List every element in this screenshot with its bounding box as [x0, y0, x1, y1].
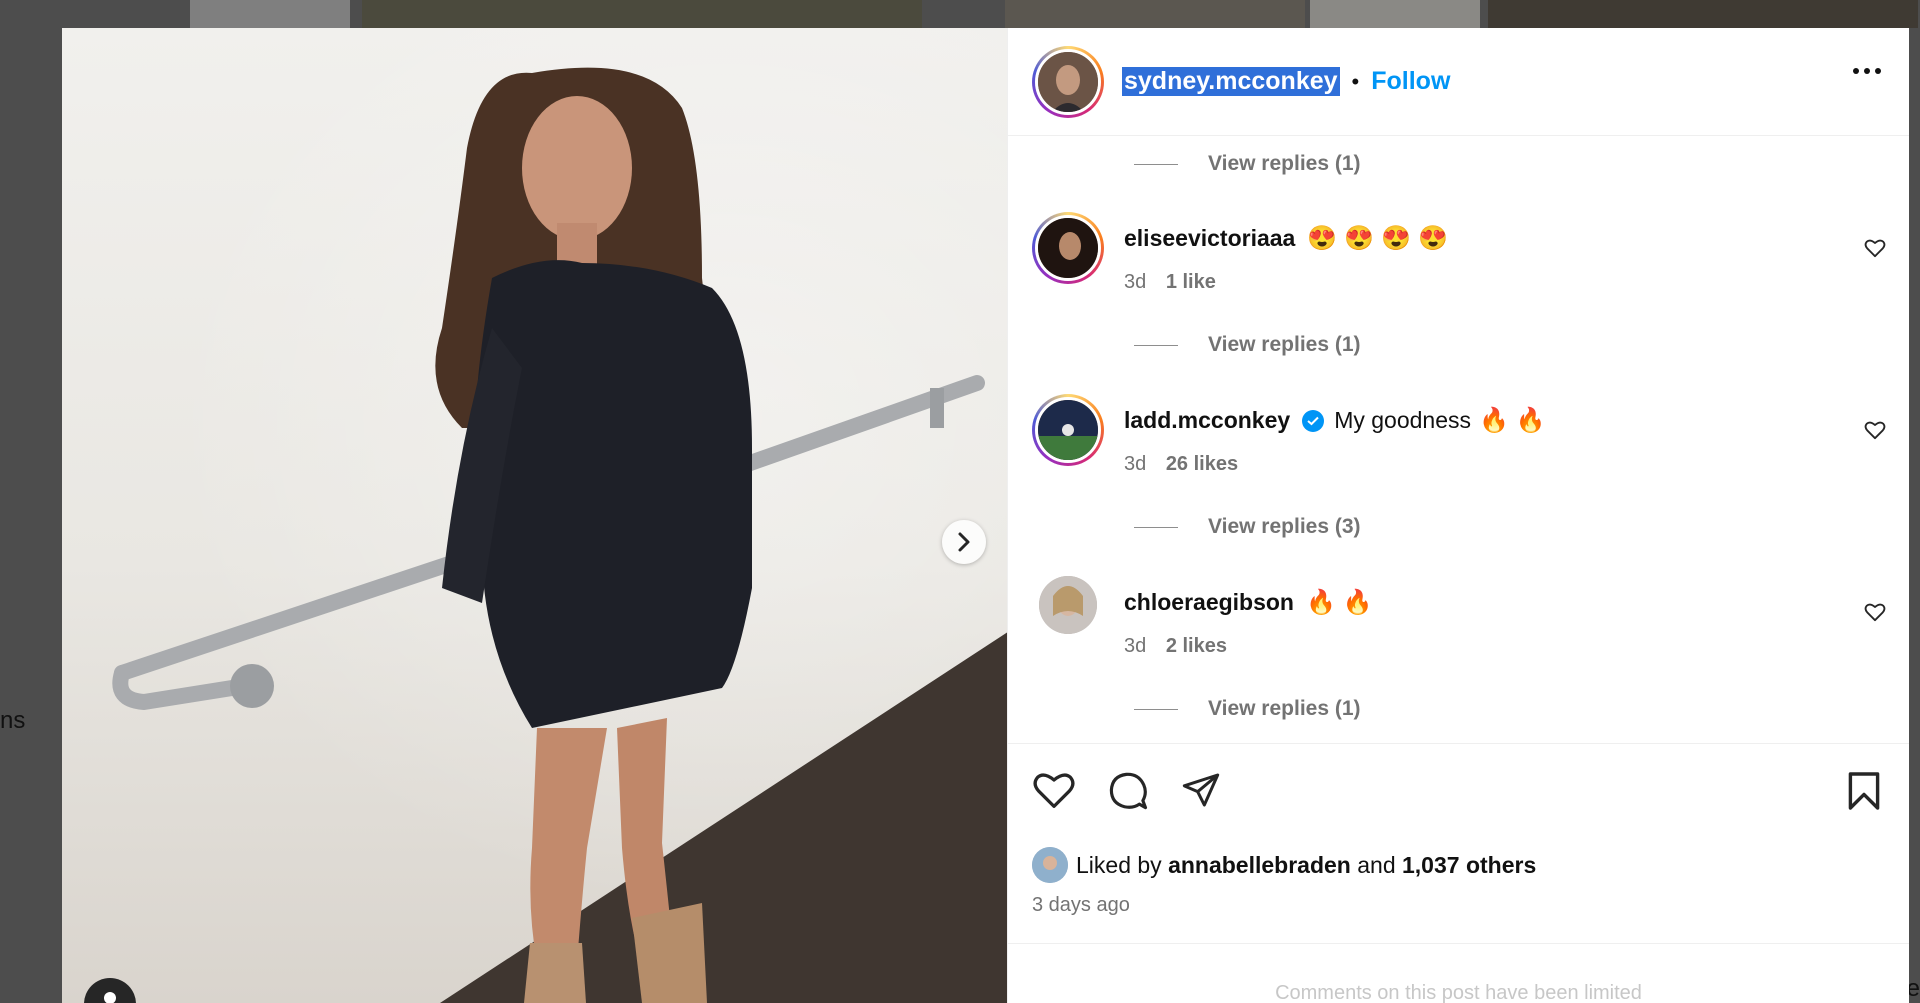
avatar-photo: [1038, 218, 1098, 278]
background-thumbnail: [190, 0, 350, 28]
follow-button[interactable]: Follow: [1371, 67, 1450, 96]
commenter-avatar[interactable]: [1032, 212, 1104, 284]
comment-username[interactable]: chloeraegibson: [1124, 589, 1294, 616]
share-icon[interactable]: [1180, 770, 1222, 810]
liker-avatar[interactable]: [1032, 847, 1068, 883]
comments-limited-notice: Comments on this post have been limited: [1008, 943, 1909, 1003]
liked-by-prefix: Liked by: [1076, 851, 1162, 878]
comment-age[interactable]: 3d: [1124, 271, 1146, 293]
more-options-icon[interactable]: [1853, 68, 1881, 74]
view-replies-label: View replies (1): [1208, 697, 1361, 720]
comment-likes[interactable]: 1 like: [1166, 271, 1216, 293]
replies-divider: [1134, 163, 1178, 165]
liked-by-username[interactable]: annabellebraden: [1168, 852, 1351, 879]
like-icon[interactable]: [1032, 770, 1076, 810]
comment-likes[interactable]: 2 likes: [1166, 635, 1227, 657]
author-avatar[interactable]: [1032, 45, 1104, 118]
fire-emoji: 🔥: [1342, 589, 1373, 616]
author-username[interactable]: sydney.mcconkey: [1122, 67, 1340, 96]
comment-body: eliseevictoriaaa 😍 😍 😍 😍 3d 1 like: [1124, 212, 1455, 293]
comment-age[interactable]: 3d: [1124, 453, 1146, 475]
verified-badge-icon: [1302, 409, 1325, 432]
comments-list: View replies (1) eliseevictoriaaa 😍 😍 😍 …: [1008, 136, 1909, 743]
background-side-text: ns: [0, 707, 26, 734]
photo-illustration: [112, 67, 985, 1003]
next-photo-button[interactable]: [942, 520, 986, 564]
like-comment-icon[interactable]: [1864, 602, 1886, 622]
post-actions-footer: Liked by annabellebraden and 1,037 other…: [1008, 743, 1909, 943]
chevron-right-icon: [958, 532, 970, 552]
comment-body: chloeraegibson 🔥 🔥 3d 2 likes: [1124, 576, 1380, 657]
avatar-photo: [1038, 400, 1098, 460]
author-avatar-image: [1035, 48, 1101, 115]
background-thumbnail: [1488, 0, 1918, 28]
comment-username[interactable]: eliseevictoriaaa: [1124, 225, 1295, 252]
comment-item: eliseevictoriaaa 😍 😍 😍 😍 3d 1 like: [1032, 212, 1886, 293]
comments-limited-text: Comments on this post have been limited: [1275, 982, 1642, 1003]
user-tag-button[interactable]: [84, 978, 136, 1003]
background-thumbnail: [362, 0, 922, 28]
comment-icon[interactable]: [1106, 770, 1150, 812]
comment-likes[interactable]: 26 likes: [1166, 453, 1238, 475]
view-replies-label: View replies (3): [1208, 515, 1361, 538]
liked-by-others[interactable]: 1,037 others: [1402, 852, 1536, 879]
view-replies-button[interactable]: View replies (1): [1134, 697, 1361, 721]
comment-text: My goodness: [1334, 407, 1471, 433]
heart-eyes-emoji: 😍: [1344, 225, 1375, 252]
commenter-avatar[interactable]: [1032, 394, 1104, 466]
user-tag-icon: [104, 992, 116, 1003]
liked-by-and: and: [1357, 851, 1396, 878]
avatar-photo: [1039, 576, 1097, 634]
like-comment-icon[interactable]: [1864, 238, 1886, 258]
fire-emoji: 🔥: [1515, 407, 1546, 434]
post-time-ago[interactable]: 3 days ago: [1032, 894, 1130, 917]
fire-emoji: 🔥: [1305, 589, 1336, 616]
background-thumbnail: [1005, 0, 1305, 28]
view-replies-button[interactable]: View replies (1): [1134, 333, 1361, 357]
view-replies-label: View replies (1): [1208, 333, 1361, 356]
fire-emoji: 🔥: [1479, 407, 1509, 434]
replies-divider: [1134, 526, 1178, 528]
replies-divider: [1134, 344, 1178, 346]
commenter-avatar[interactable]: [1039, 576, 1097, 634]
view-replies-label: View replies (1): [1208, 152, 1361, 175]
post-side-panel: sydney.mcconkey • Follow View replies (1…: [1007, 28, 1909, 1003]
heart-eyes-emoji: 😍: [1381, 225, 1412, 252]
comment-username[interactable]: ladd.mcconkey: [1124, 407, 1290, 434]
liked-by-summary: Liked by annabellebraden and 1,037 other…: [1032, 847, 1536, 883]
comment-age[interactable]: 3d: [1124, 635, 1146, 657]
post-photo: [62, 28, 1007, 1003]
background-thumbnail: [1310, 0, 1480, 28]
avatar-photo: [1038, 51, 1098, 112]
action-bar: [1032, 770, 1222, 812]
view-replies-button[interactable]: View replies (1): [1134, 152, 1361, 176]
like-comment-icon[interactable]: [1864, 420, 1886, 440]
heart-eyes-emoji: 😍: [1307, 225, 1338, 252]
view-replies-button[interactable]: View replies (3): [1134, 515, 1361, 539]
commenter-avatar-image: [1035, 215, 1101, 281]
comment-body: ladd.mcconkey My goodness 🔥 🔥 3d 26 like…: [1124, 394, 1553, 475]
save-bookmark-icon[interactable]: [1847, 770, 1881, 812]
post-modal: sydney.mcconkey • Follow View replies (1…: [62, 28, 1909, 1003]
comment-item: chloeraegibson 🔥 🔥 3d 2 likes: [1032, 576, 1886, 657]
header-separator: •: [1351, 68, 1360, 94]
replies-divider: [1134, 708, 1178, 710]
heart-eyes-emoji: 😍: [1418, 225, 1448, 252]
commenter-avatar-image: [1035, 397, 1101, 463]
post-header: sydney.mcconkey • Follow: [1008, 28, 1909, 136]
comment-item: ladd.mcconkey My goodness 🔥 🔥 3d 26 like…: [1032, 394, 1886, 475]
avatar-photo: [1032, 847, 1068, 883]
